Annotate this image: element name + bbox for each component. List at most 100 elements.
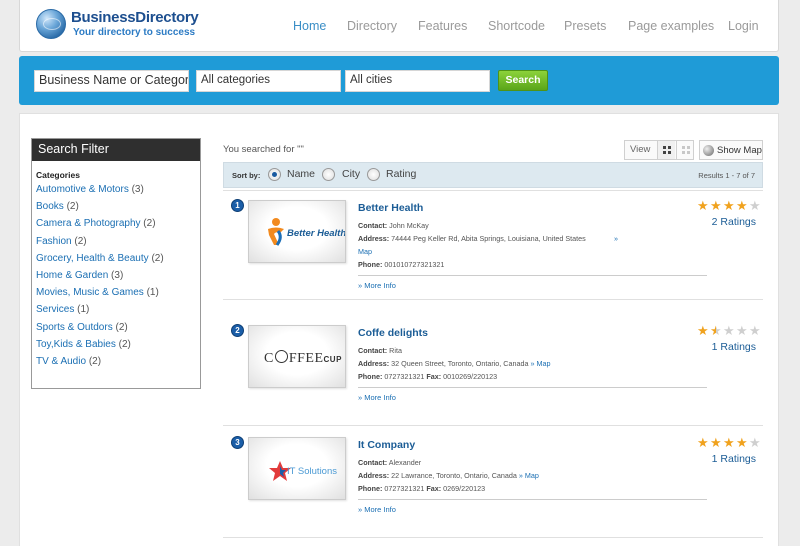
category-count: (3) [111, 269, 124, 281]
rating-stars[interactable]: ★ ★ ★ ★ ★ [697, 323, 761, 338]
category-list: Automotive & Motors (3) Books (2) Camera… [36, 184, 200, 373]
rating-stars[interactable]: ★ ★ ★ ★ ★ [697, 198, 761, 213]
category-link[interactable]: Services [36, 304, 74, 315]
category-item[interactable]: TV & Audio (2) [36, 356, 200, 373]
star-icon: ★ [736, 323, 748, 338]
coffee-cup-icon [274, 350, 288, 363]
search-button[interactable]: Search [498, 70, 548, 91]
category-item[interactable]: Toy,Kids & Babies (2) [36, 339, 200, 356]
category-count: (2) [74, 235, 87, 247]
listing-logo[interactable]: Better Health [248, 200, 346, 263]
ratings-count[interactable]: 2 Ratings [712, 216, 756, 228]
nav-shortcode[interactable]: Shortcode [488, 19, 545, 33]
category-item[interactable]: Camera & Photography (2) [36, 218, 200, 235]
more-info-link[interactable]: » More Info [358, 393, 396, 402]
sort-city-radio[interactable] [322, 168, 335, 181]
category-item[interactable]: Movies, Music & Games (1) [36, 287, 200, 304]
show-map-button[interactable]: Show Map [699, 140, 763, 160]
sort-name-radio[interactable] [268, 168, 281, 181]
category-item[interactable]: Home & Garden (3) [36, 270, 200, 287]
sort-rating-radio[interactable] [367, 168, 380, 181]
category-link[interactable]: Fashion [36, 236, 72, 247]
nav-directory[interactable]: Directory [347, 19, 397, 33]
list-view-icon[interactable] [676, 141, 694, 159]
category-link[interactable]: Grocery, Health & Beauty [36, 253, 149, 264]
listing-map-link-row: Map [358, 247, 372, 256]
star-icon: ★ [749, 323, 761, 338]
search-filter: Search Filter Categories Automotive & Mo… [31, 138, 201, 389]
category-item[interactable]: Grocery, Health & Beauty (2) [36, 253, 200, 270]
category-link[interactable]: Books [36, 201, 64, 212]
listing-logo[interactable]: C FFEECUP [248, 325, 346, 388]
sort-name-label[interactable]: Name [287, 168, 315, 180]
category-count: (2) [151, 252, 164, 264]
star-icon: ★ [697, 435, 709, 450]
nav-login[interactable]: Login [728, 19, 759, 33]
listing-phone: Phone: 0727321321 Fax: 0010269/220123 [358, 372, 498, 381]
figure-icon [268, 218, 284, 246]
map-link[interactable]: Map [358, 247, 372, 256]
site-header: BusinessDirectory Your directory to succ… [19, 0, 779, 52]
star-icon: ★ [697, 323, 709, 338]
nav-features[interactable]: Features [418, 19, 467, 33]
listing-number: 1 [231, 199, 244, 212]
category-item[interactable]: Books (2) [36, 201, 200, 218]
listing-name[interactable]: It Company [358, 439, 415, 451]
listing-address: Address: 32 Queen Street, Toronto, Ontar… [358, 359, 551, 368]
results-area: You searched for "" View Show Map Sort b… [223, 114, 763, 546]
business-name-input[interactable]: Business Name or Category [34, 70, 189, 92]
more-info-link[interactable]: » More Info [358, 281, 396, 290]
star-icon: ★ [749, 435, 761, 450]
sort-label: Sort by: [232, 171, 261, 180]
listing-item: 1 Better Health Better Health Contact: J… [223, 190, 763, 300]
listing-divider [358, 387, 707, 388]
listing-name[interactable]: Better Health [358, 202, 423, 214]
category-link[interactable]: TV & Audio [36, 356, 86, 367]
category-item[interactable]: Sports & Outdors (2) [36, 322, 200, 339]
star-icon: ★ [697, 198, 709, 213]
category-link[interactable]: Automotive & Motors [36, 184, 129, 195]
category-item[interactable]: Automotive & Motors (3) [36, 184, 200, 201]
category-link[interactable]: Movies, Music & Games [36, 287, 144, 298]
listing-logo[interactable]: IT Solutions [248, 437, 346, 500]
rating-stars[interactable]: ★ ★ ★ ★ ★ [697, 435, 761, 450]
map-link[interactable]: » Map [530, 359, 550, 368]
nav-presets[interactable]: Presets [564, 19, 606, 33]
star-icon: ★ [736, 198, 748, 213]
category-select[interactable]: All categories [196, 70, 341, 92]
listing-phone: Phone: 001010727321321 [358, 260, 445, 269]
listing-contact: Contact: Alexander [358, 458, 422, 467]
listing-number: 2 [231, 324, 244, 337]
ratings-count[interactable]: 1 Ratings [712, 341, 756, 353]
half-star-icon: ★ [710, 323, 722, 338]
star-icon: ★ [723, 323, 735, 338]
nav-home[interactable]: Home [293, 19, 326, 33]
map-link[interactable]: » Map [519, 471, 539, 480]
category-link[interactable]: Sports & Outdors [36, 322, 113, 333]
category-count: (2) [143, 218, 156, 230]
show-map-label: Show Map [717, 145, 762, 156]
nav-page-examples[interactable]: Page examples [628, 19, 714, 33]
category-link[interactable]: Toy,Kids & Babies [36, 339, 116, 350]
listing-address: Address: 74444 Peg Keller Rd, Abita Spri… [358, 234, 618, 243]
view-toggle: View [624, 140, 694, 160]
star-icon: ★ [723, 198, 735, 213]
sort-city-label[interactable]: City [342, 168, 360, 180]
grid-view-icon[interactable] [657, 141, 675, 159]
category-link[interactable]: Camera & Photography [36, 218, 141, 229]
category-link[interactable]: Home & Garden [36, 270, 108, 281]
star-icon: ★ [710, 198, 722, 213]
category-item[interactable]: Fashion (2) [36, 236, 200, 253]
map-globe-icon [703, 145, 714, 156]
ratings-count[interactable]: 1 Ratings [712, 453, 756, 465]
more-info-link[interactable]: » More Info [358, 505, 396, 514]
sort-rating-label[interactable]: Rating [386, 168, 416, 180]
category-count: (1) [146, 287, 159, 299]
category-item[interactable]: Services (1) [36, 304, 200, 321]
listing-divider [358, 275, 707, 276]
listing-name[interactable]: Coffe delights [358, 327, 428, 339]
category-count: (2) [66, 201, 79, 213]
address-arrow-link[interactable]: » [614, 234, 618, 243]
city-select[interactable]: All cities [345, 70, 490, 92]
listing-address: Address: 22 Lawrance, Toronto, Ontario, … [358, 471, 539, 480]
